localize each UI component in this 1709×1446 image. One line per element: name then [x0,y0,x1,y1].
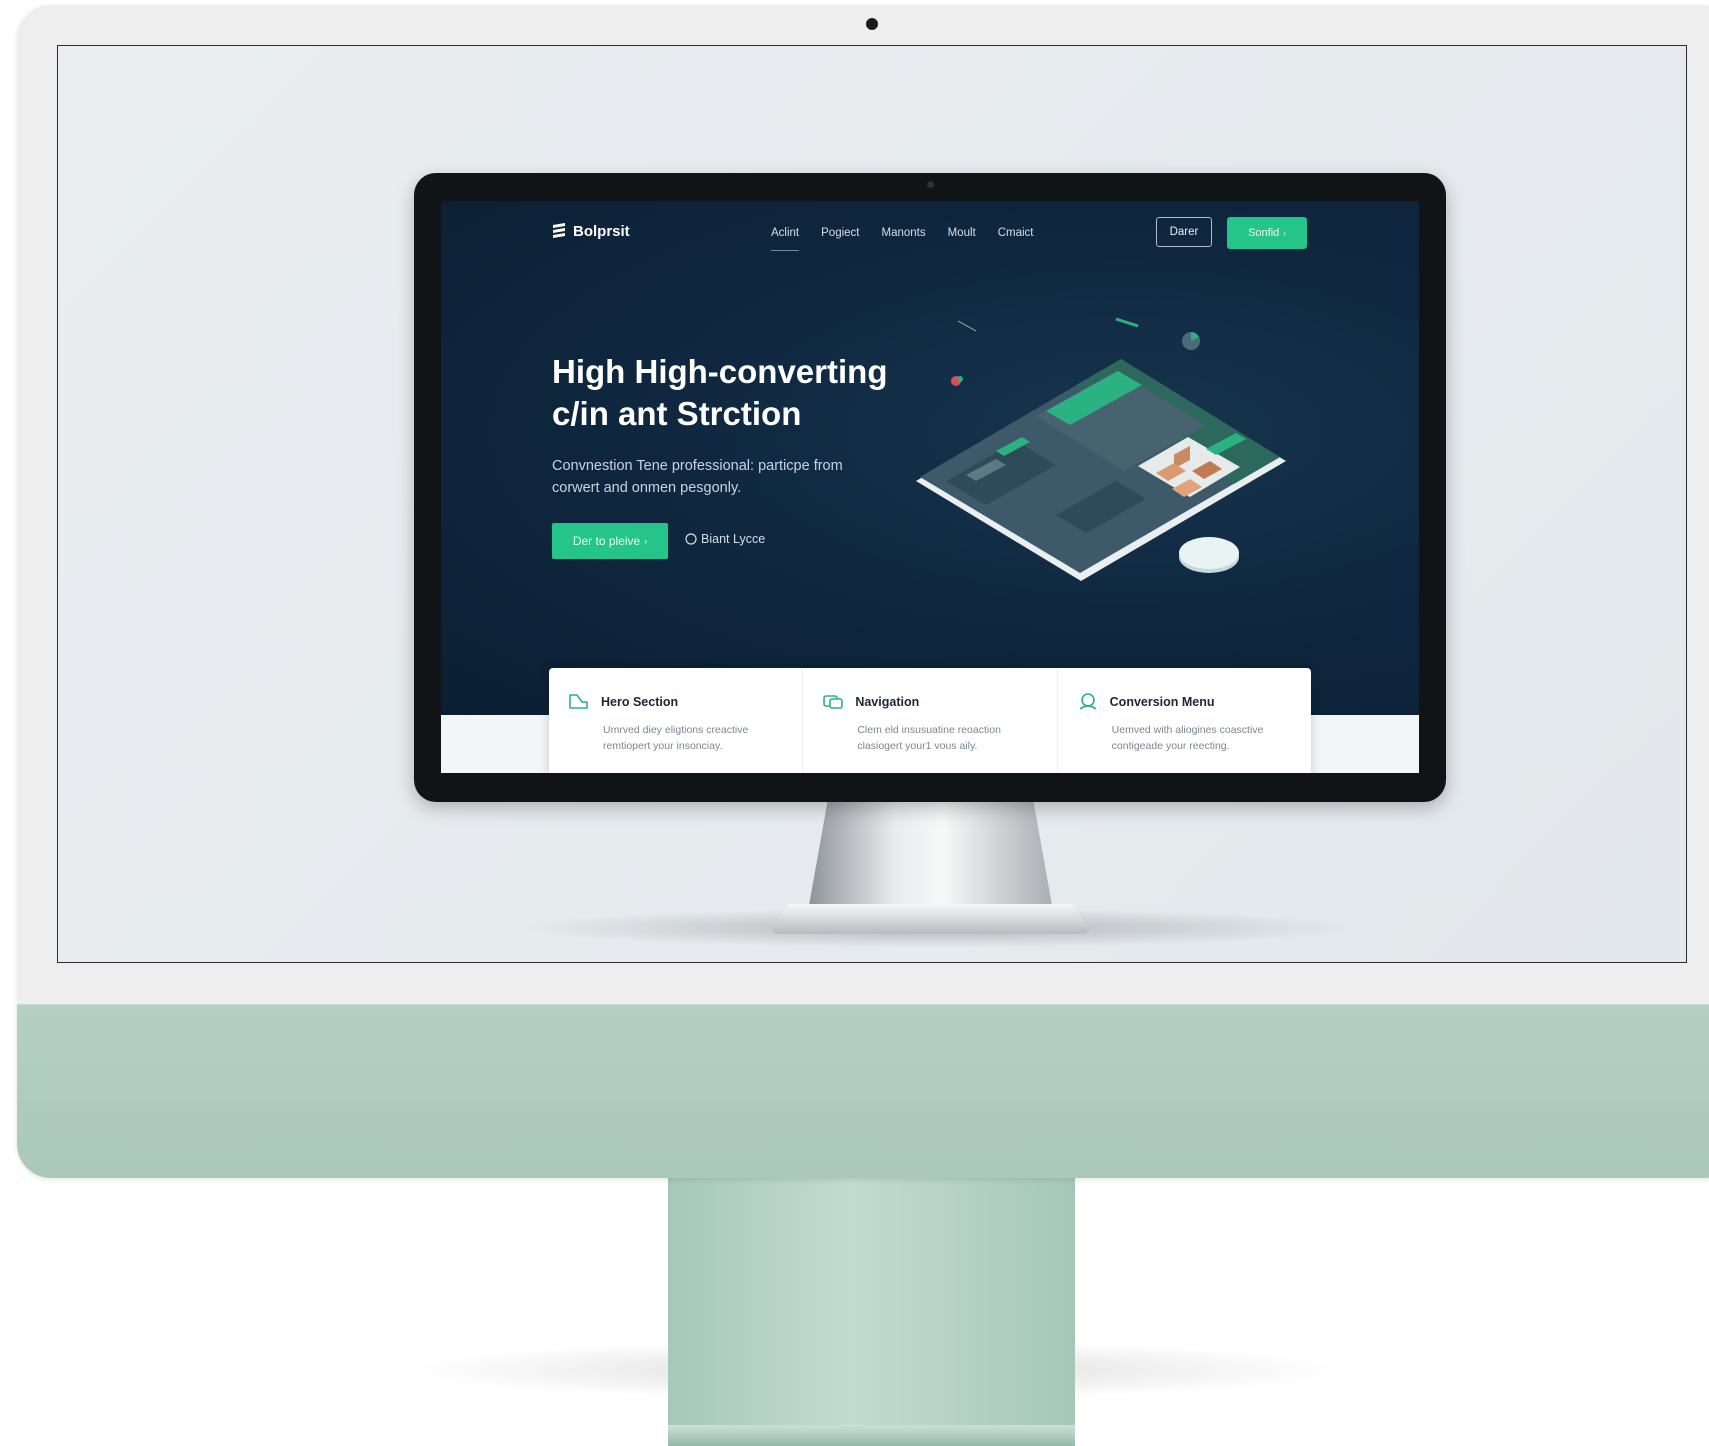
feature-card-navigation[interactable]: Navigation Clem eld insusuatine reoactio… [802,668,1056,773]
monitor-camera [927,181,934,188]
feature-card-conversion-menu[interactable]: Conversion Menu Uemved with aliogines co… [1056,668,1311,773]
hero-secondary-link[interactable]: Biant Lycce [685,532,765,546]
hero-section-icon [569,694,588,709]
conversion-menu-icon [1079,693,1097,710]
nav-link-4[interactable]: Moult [948,227,976,239]
monitor-foot [769,904,1092,934]
nav-link-3[interactable]: Manonts [881,227,925,239]
play-icon [685,533,697,545]
feature-card-hero-section[interactable]: Hero Section Umrved diey eligtions creac… [549,668,802,773]
hero-subtitle: Convnestion Tene professional: particpe … [552,455,932,499]
imac-camera [866,18,878,30]
monitor-neck [808,801,1053,911]
nav-primary-button[interactable]: Sonfid › [1227,217,1307,249]
imac-stand-base [668,1425,1075,1446]
hero-secondary-label: Biant Lycce [701,532,766,546]
nav-primary-button-label: Sonfid [1248,227,1280,239]
navigation-icon [823,695,844,709]
site-header: Bolprsit Aclint Pogiect Manonts Moult Cm… [441,201,1419,261]
site-logo[interactable]: Bolprsit [551,222,630,240]
imac-screen: Bolprsit Aclint Pogiect Manonts Moult Cm… [57,45,1687,963]
feature-card-desc-line-2: remtiopert your insonciay. [603,740,723,752]
hero-subtitle-line-1: Convnestion Tene professional: particpe … [552,458,843,474]
hero-title-line-1: High High-converting [552,353,888,390]
feature-card-title: Conversion Menu [1109,695,1215,709]
nav-link-2[interactable]: Pogiect [821,227,859,239]
website-screen: Bolprsit Aclint Pogiect Manonts Moult Cm… [441,201,1419,773]
logo-icon [553,223,565,238]
feature-card-desc-line-1: Uemved with aliogines coasctive [1111,724,1264,736]
chevron-right-icon: › [644,536,648,546]
monitor-bezel: Bolprsit Aclint Pogiect Manonts Moult Cm… [414,173,1446,802]
nav-outline-button-label: Darer [1169,226,1199,238]
feature-card-desc-line-1: Umrved diey eligtions creactive [603,724,749,736]
hero-title-line-2: c/in ant Strction [552,395,802,432]
hero-title: High High-converting c/in ant Strction [552,351,952,435]
feature-card-title: Navigation [855,695,920,709]
feature-card-title: Hero Section [601,695,679,709]
nav-link-1[interactable]: Aclint [771,227,800,251]
feature-card-desc-line-2: clasiogert your1 vous aily. [857,740,978,752]
feature-card-desc-line-2: contigeade your reecting. [1111,740,1230,752]
imac-stand [668,1178,1075,1446]
hero-cta-label: Der to pleive [572,534,641,548]
nav-links: Aclint Pogiect Manonts Moult Cmaict [771,227,1056,251]
nav-outline-button[interactable]: Darer [1156,217,1212,247]
logo-text: Bolprsit [573,222,630,240]
isometric-dashboard-illustration [916,317,1286,581]
feature-card-desc-line-1: Clem eld insusuatine reoaction [857,724,1001,736]
hero-cta-button[interactable]: Der to pleive › [552,523,668,559]
imac-chin [17,1004,1709,1178]
hero-subtitle-line-2: corwert and onmen pesgonly. [552,480,742,496]
nav-link-5[interactable]: Cmaict [998,227,1034,239]
chevron-right-icon: › [1283,228,1286,238]
feature-cards: Hero Section Umrved diey eligtions creac… [549,668,1311,773]
